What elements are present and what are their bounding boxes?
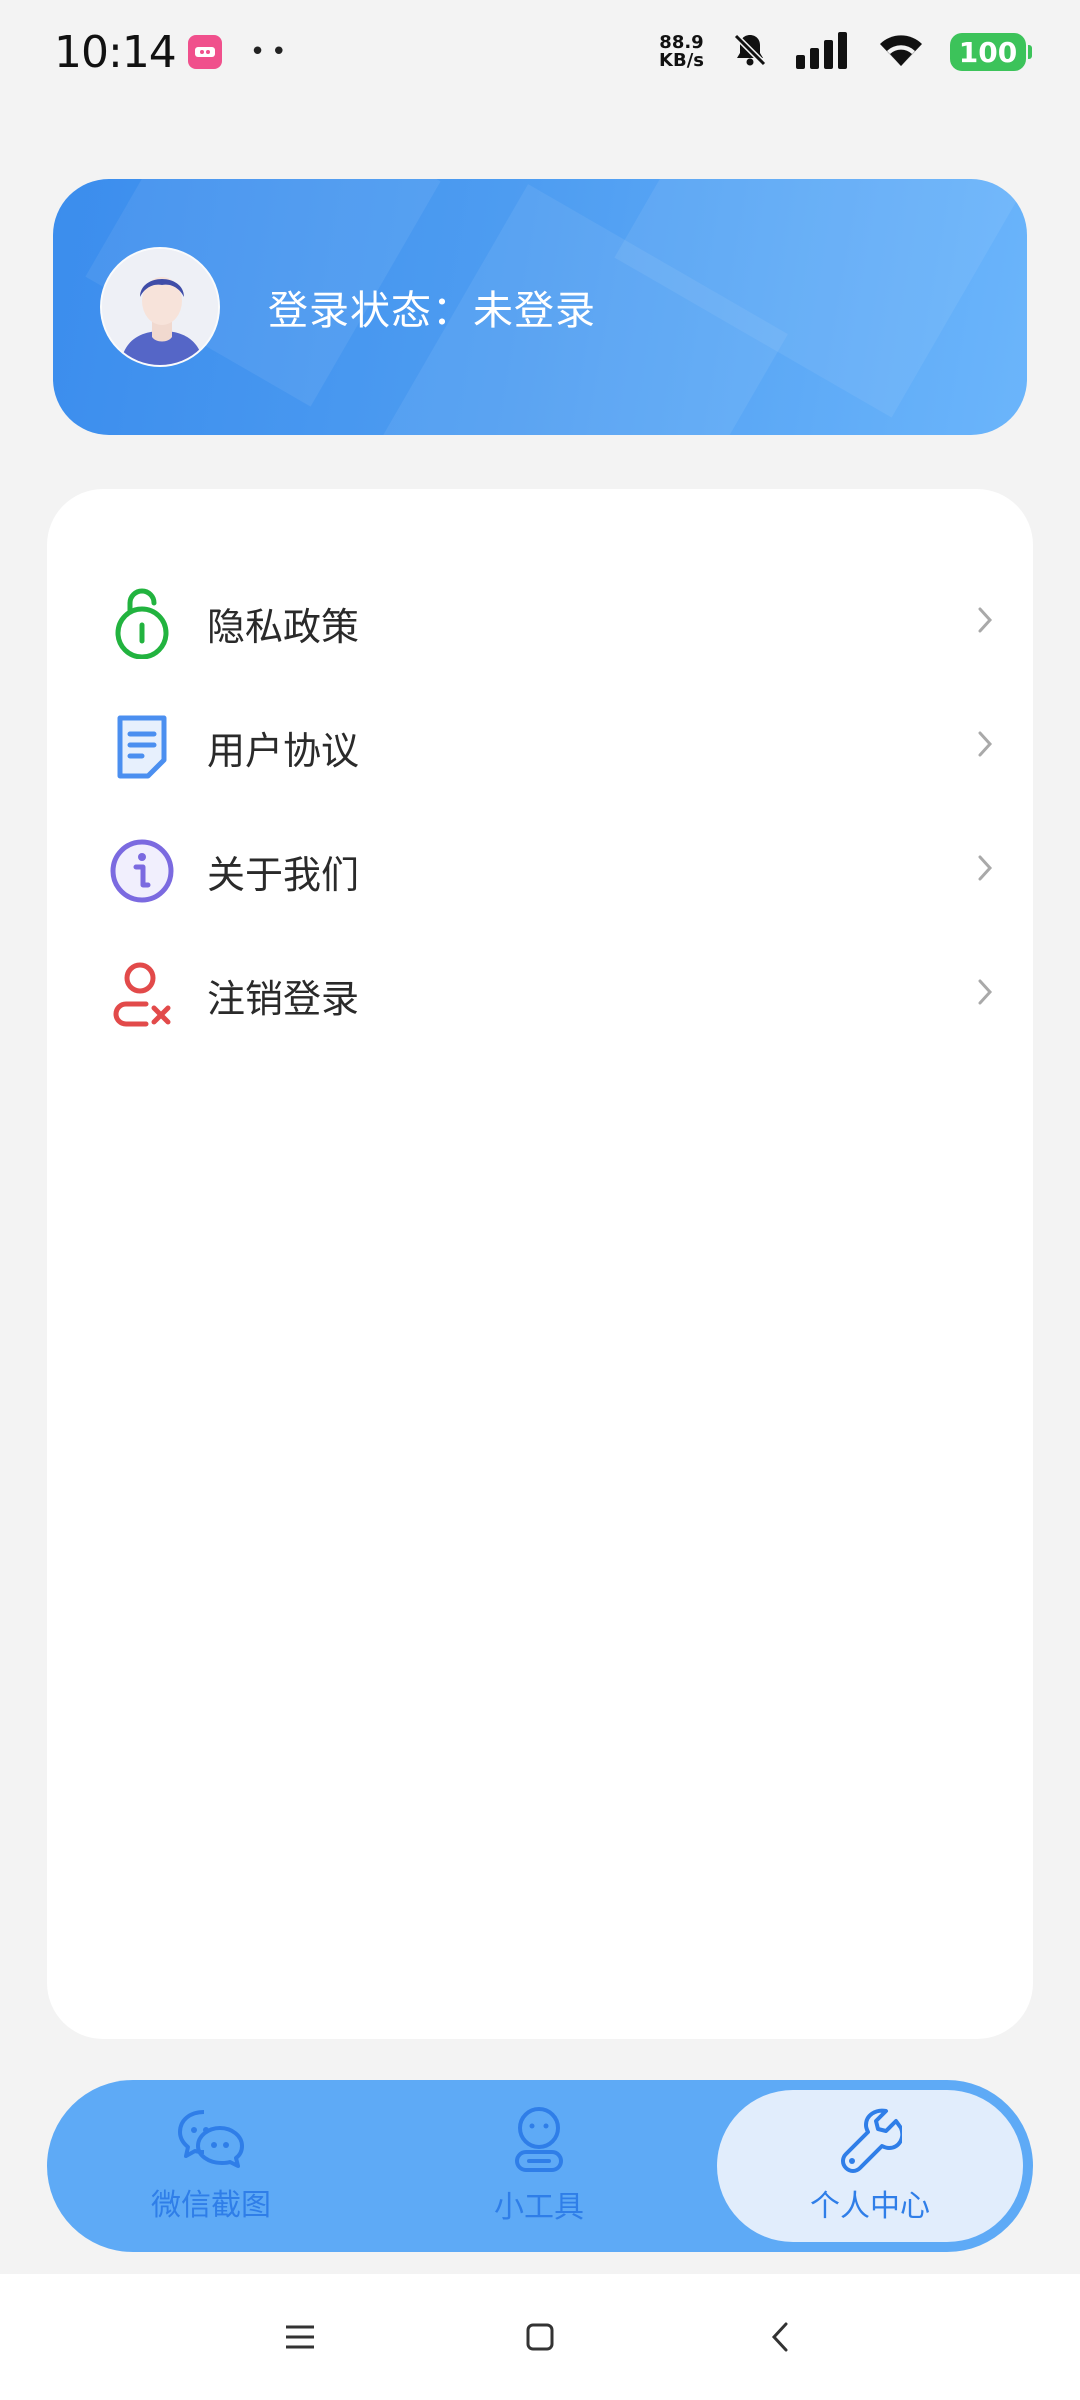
home-square-icon[interactable] (510, 2307, 570, 2367)
menu-item-about-us[interactable]: 关于我们 (47, 809, 1033, 933)
tab-label: 微信截图 (151, 2188, 271, 2223)
chevron-right-icon (977, 851, 993, 891)
unlock-icon (109, 588, 175, 659)
menu-item-label: 隐私政策 (207, 604, 360, 649)
battery-indicator: 100 (950, 33, 1032, 71)
tab-tools[interactable]: 小工具 (375, 2080, 703, 2252)
profile-card[interactable]: 登录状态：未登录 (53, 179, 1027, 435)
avatar[interactable] (100, 247, 220, 367)
tab-personal-center[interactable]: 个人中心 (717, 2090, 1023, 2242)
menu-item-logout[interactable]: 注销登录 (47, 933, 1033, 1057)
menu-panel: 隐私政策 用户协议 关于我们 注销登录 (47, 489, 1033, 2039)
more-notifications-icon: •• (249, 37, 293, 67)
wifi-icon (878, 32, 924, 72)
chat-bubbles-icon (176, 2108, 246, 2176)
menu-item-label: 用户协议 (207, 728, 360, 773)
chevron-right-icon (977, 603, 993, 643)
chevron-right-icon (977, 727, 993, 767)
menu-item-label: 关于我们 (207, 852, 360, 897)
tab-wechat-screenshot[interactable]: 微信截图 (47, 2080, 375, 2252)
menu-list: 隐私政策 用户协议 关于我们 注销登录 (47, 489, 1033, 1057)
tab-label: 小工具 (494, 2190, 584, 2225)
app-notification-icon (187, 35, 222, 69)
system-navigation-bar (0, 2274, 1080, 2400)
signal-icon (796, 31, 852, 73)
user-avatar-icon (102, 249, 218, 365)
chevron-right-icon (977, 975, 993, 1015)
menu-item-privacy-policy[interactable]: 隐私政策 (47, 561, 1033, 685)
menu-item-user-agreement[interactable]: 用户协议 (47, 685, 1033, 809)
network-speed: 88.9 KB/s (659, 34, 704, 70)
tab-label: 个人中心 (810, 2189, 930, 2224)
document-icon (109, 712, 175, 782)
robot-icon (511, 2106, 567, 2178)
mute-bell-icon (730, 30, 770, 74)
login-status-text: 登录状态：未登录 (268, 288, 596, 334)
info-icon (109, 836, 175, 906)
status-bar: 10:14 •• 88.9 KB/s 100 (0, 0, 1080, 104)
user-remove-icon (109, 960, 175, 1030)
network-speed-unit: KB/s (659, 50, 704, 71)
bottom-tab-bar: 微信截图 小工具 个人中心 (47, 2080, 1033, 2252)
status-time: 10:14 (54, 26, 177, 78)
menu-lines-icon[interactable] (270, 2307, 330, 2367)
wrench-icon (838, 2107, 905, 2177)
back-arrow-icon[interactable] (750, 2307, 810, 2367)
menu-item-label: 注销登录 (207, 976, 360, 1021)
